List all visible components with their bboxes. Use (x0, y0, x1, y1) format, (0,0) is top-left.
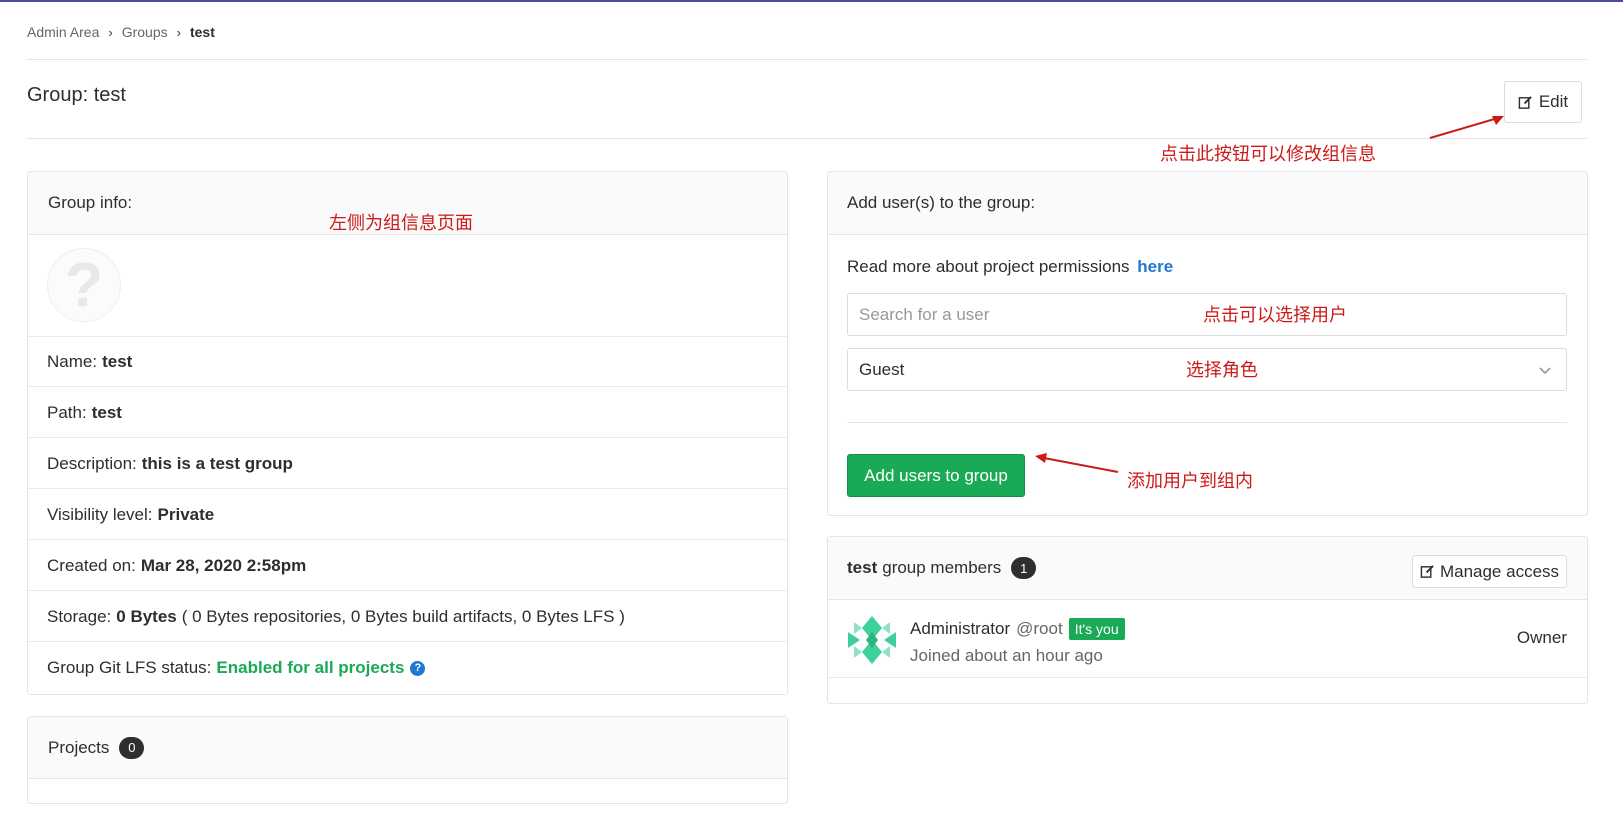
info-row-description: Description: this is a test group (28, 439, 787, 489)
created-label: Created on: (47, 555, 136, 575)
visibility-value: Private (157, 504, 215, 524)
user-search-placeholder: Search for a user (859, 304, 990, 324)
role-select-value: Guest (859, 359, 905, 379)
permissions-link[interactable]: here (1137, 257, 1173, 276)
members-panel: test group members 1 Manage access Admin… (827, 536, 1588, 704)
edit-icon (1420, 565, 1434, 578)
info-row-path: Path: test (28, 388, 787, 438)
page-title: Group: test (27, 84, 126, 106)
info-row-name: Name: test (28, 337, 787, 387)
projects-panel: Projects 0 (27, 716, 788, 804)
member-joined: Joined about an hour ago (910, 646, 1103, 665)
annotation-left-note: 左侧为组信息页面 (329, 213, 473, 234)
storage-label: Storage: (47, 606, 112, 626)
group-avatar-row: ? (28, 235, 787, 337)
manage-access-button[interactable]: Manage access (1412, 555, 1567, 588)
members-group-name: test (847, 558, 878, 577)
annotation-edit-note: 点击此按钮可以修改组信息 (1160, 144, 1376, 165)
divider (27, 59, 1587, 60)
chevron-right-icon: › (176, 24, 181, 40)
lfs-value: Enabled for all projects (216, 658, 405, 677)
add-users-panel: Add user(s) to the group: Read more abou… (827, 171, 1588, 516)
member-name[interactable]: Administrator (910, 619, 1010, 639)
breadcrumb-admin-area[interactable]: Admin Area (27, 24, 99, 40)
members-header-suffix: group members (882, 558, 1002, 577)
member-identity: Administrator @root It's you (910, 618, 1125, 640)
edit-button[interactable]: Edit (1504, 81, 1582, 123)
lfs-label: Group Git LFS status: (47, 658, 212, 677)
info-row-visibility: Visibility level: Private (28, 490, 787, 540)
group-info-title: Group info: (48, 193, 133, 212)
storage-detail: ( 0 Bytes repositories, 0 Bytes build ar… (181, 606, 625, 626)
member-username: @root (1016, 619, 1063, 638)
permissions-text: Read more about project permissions (847, 257, 1130, 276)
breadcrumb-groups[interactable]: Groups (122, 24, 168, 40)
add-users-header: Add user(s) to the group: (828, 172, 1587, 235)
add-users-button[interactable]: Add users to group (847, 454, 1025, 497)
description-label: Description: (47, 453, 137, 473)
group-info-panel: Group info: ? Name: test Path: test Descri… (27, 171, 788, 695)
divider (847, 422, 1567, 423)
divider (27, 138, 1587, 139)
storage-value: 0 Bytes (116, 606, 177, 626)
name-label: Name: (47, 351, 98, 371)
annotation-arrow (1429, 116, 1504, 139)
member-row: Administrator @root It's you Joined abou… (828, 600, 1587, 678)
info-row-created: Created on: Mar 28, 2020 2:58pm (28, 541, 787, 591)
projects-count-badge: 0 (119, 736, 145, 759)
chevron-right-icon: › (108, 24, 113, 40)
created-value: Mar 28, 2020 2:58pm (140, 555, 307, 575)
manage-access-label: Manage access (1439, 561, 1560, 581)
its-you-badge: It's you (1068, 618, 1125, 640)
breadcrumb-current: test (189, 24, 215, 40)
avatar[interactable] (848, 616, 896, 664)
annotation-role-note: 选择角色 (1186, 360, 1258, 381)
projects-title: Projects (48, 737, 110, 757)
info-row-storage: Storage: 0 Bytes( 0 Bytes repositories, 0… (28, 592, 787, 642)
description-value: this is a test group (141, 453, 293, 473)
visibility-label: Visibility level: (47, 504, 153, 524)
member-role: Owner (1516, 628, 1567, 647)
annotation-search-note: 点击可以选择用户 (1203, 305, 1347, 326)
edit-icon (1518, 95, 1532, 109)
group-avatar: ? (47, 248, 121, 322)
annotation-add-note: 添加用户到组内 (1127, 471, 1253, 492)
info-row-lfs: Group Git LFS status: Enabled for all pro… (28, 643, 787, 693)
add-users-title: Add user(s) to the group: (847, 193, 1036, 212)
annotation-arrow (1035, 453, 1119, 473)
permissions-note: Read more about project permissions here (847, 257, 1173, 277)
help-icon[interactable]: ? (410, 660, 426, 676)
projects-header: Projects 0 (28, 717, 787, 779)
chevron-down-icon (1539, 366, 1551, 374)
members-count-badge: 1 (1011, 557, 1037, 579)
breadcrumb: Admin Area › Groups › test (27, 20, 215, 44)
edit-button-label: Edit (1538, 92, 1569, 111)
name-value: test (102, 351, 133, 371)
path-label: Path: (47, 402, 87, 422)
path-value: test (91, 402, 122, 422)
